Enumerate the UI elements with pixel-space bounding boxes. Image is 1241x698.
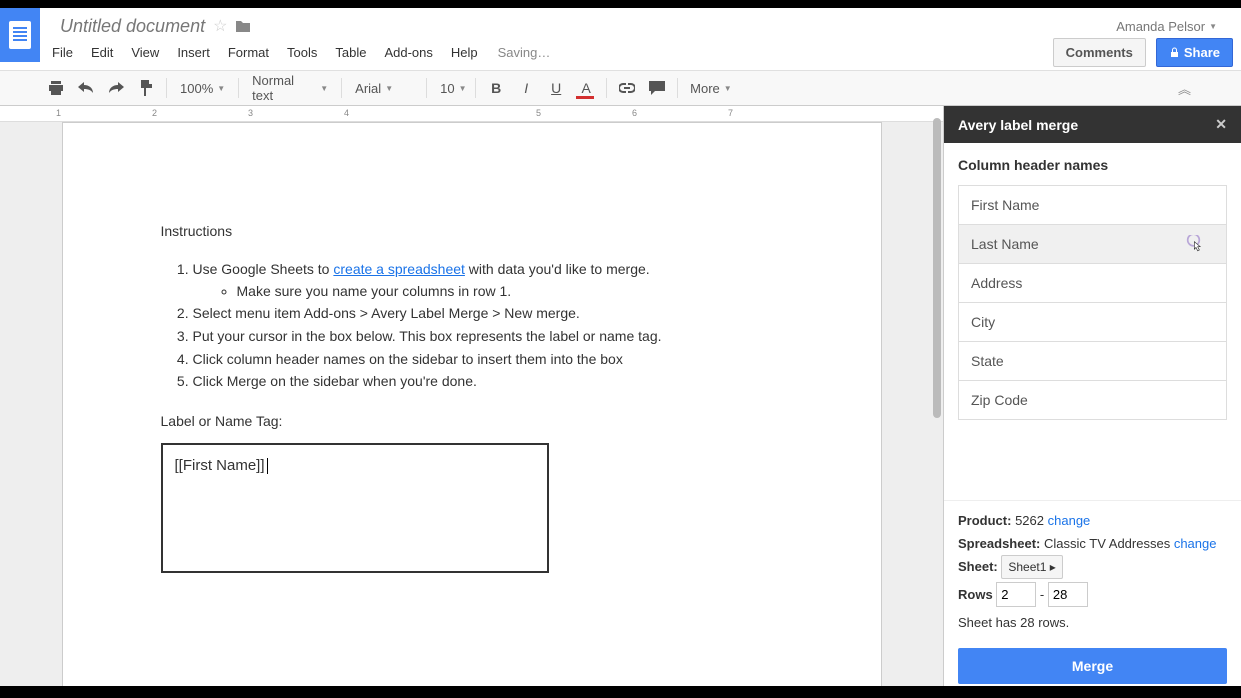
column-address[interactable]: Address [958,263,1227,303]
menu-view[interactable]: View [131,45,159,60]
style-select[interactable]: Normal text▼ [245,69,335,107]
underline-icon[interactable]: U [542,75,570,101]
more-button[interactable]: More▼ [684,78,738,99]
paint-format-icon[interactable] [132,75,160,101]
print-icon[interactable] [42,75,70,101]
menu-file[interactable]: File [52,45,73,60]
menu-addons[interactable]: Add-ons [384,45,432,60]
menu-format[interactable]: Format [228,45,269,60]
product-change-link[interactable]: change [1048,513,1091,528]
sheet-select[interactable]: Sheet1 ▸ [1001,555,1062,579]
user-name: Amanda Pelsor [1116,19,1205,34]
rows-to-input[interactable] [1048,582,1088,607]
user-menu[interactable]: Amanda Pelsor ▼ [1116,19,1233,34]
product-row: Product: 5262 change [958,513,1227,528]
step-1: Use Google Sheets to create a spreadshee… [193,259,783,302]
spreadsheet-change-link[interactable]: change [1174,536,1217,551]
sheet-rows-text: Sheet has 28 rows. [958,615,1227,630]
font-select[interactable]: Arial▼ [348,77,420,100]
font-size-select[interactable]: 10▼ [433,77,469,100]
folder-icon[interactable] [235,19,251,33]
cursor-pointer-icon [1186,235,1206,255]
step-3: Put your cursor in the box below. This b… [193,326,783,348]
instructions-heading: Instructions [161,223,783,239]
spreadsheet-row: Spreadsheet: Classic TV Addresses change [958,536,1227,551]
column-city[interactable]: City [958,302,1227,342]
collapse-toolbar-icon[interactable]: ︽ [1178,79,1191,98]
menu-table[interactable]: Table [335,45,366,60]
step-5: Click Merge on the sidebar when you're d… [193,371,783,393]
share-button[interactable]: Share [1156,38,1233,67]
docs-logo[interactable] [0,8,40,62]
sidebar-header: Avery label merge ✕ [944,106,1241,143]
label-box[interactable]: [[First Name]] [161,443,549,573]
menu-help[interactable]: Help [451,45,478,60]
step-1-sub: Make sure you name your columns in row 1… [237,281,783,303]
document-canvas[interactable]: 1 2 3 4 5 6 7 Instructions Use Google Sh… [0,106,943,698]
bold-icon[interactable]: B [482,75,510,101]
scrollbar-thumb[interactable] [933,118,941,418]
sheet-row: Sheet: Sheet1 ▸ [958,559,1227,574]
zoom-select[interactable]: 100%▼ [173,77,232,100]
column-zip-code[interactable]: Zip Code [958,380,1227,420]
close-icon[interactable]: ✕ [1215,116,1227,133]
document-title[interactable]: Untitled document [60,16,205,37]
label-content: [[First Name]] [175,457,265,474]
rows-row: Rows - [958,582,1227,607]
saving-status: Saving… [498,45,551,60]
page[interactable]: Instructions Use Google Sheets to create… [62,122,882,698]
link-icon[interactable] [613,75,641,101]
comment-icon[interactable] [643,75,671,101]
italic-icon[interactable]: I [512,75,540,101]
merge-button[interactable]: Merge [958,648,1227,684]
column-first-name[interactable]: First Name [958,185,1227,225]
redo-icon[interactable] [102,75,130,101]
menu-insert[interactable]: Insert [177,45,210,60]
rows-from-input[interactable] [996,582,1036,607]
column-header-title: Column header names [958,157,1227,173]
text-color-icon[interactable]: A [572,75,600,101]
create-spreadsheet-link[interactable]: create a spreadsheet [333,261,465,277]
addon-sidebar: Avery label merge ✕ Column header names … [943,106,1241,698]
undo-icon[interactable] [72,75,100,101]
column-last-name[interactable]: Last Name [958,224,1227,264]
menu-tools[interactable]: Tools [287,45,317,60]
star-icon[interactable]: ☆ [213,16,227,36]
ruler[interactable]: 1 2 3 4 5 6 7 [0,106,943,122]
label-heading: Label or Name Tag: [161,413,783,429]
lock-icon [1169,47,1180,58]
step-2: Select menu item Add-ons > Avery Label M… [193,303,783,325]
step-4: Click column header names on the sidebar… [193,349,783,371]
comments-button[interactable]: Comments [1053,38,1146,67]
sidebar-title: Avery label merge [958,117,1078,133]
column-state[interactable]: State [958,341,1227,381]
menu-edit[interactable]: Edit [91,45,113,60]
chevron-down-icon: ▼ [1209,22,1217,31]
